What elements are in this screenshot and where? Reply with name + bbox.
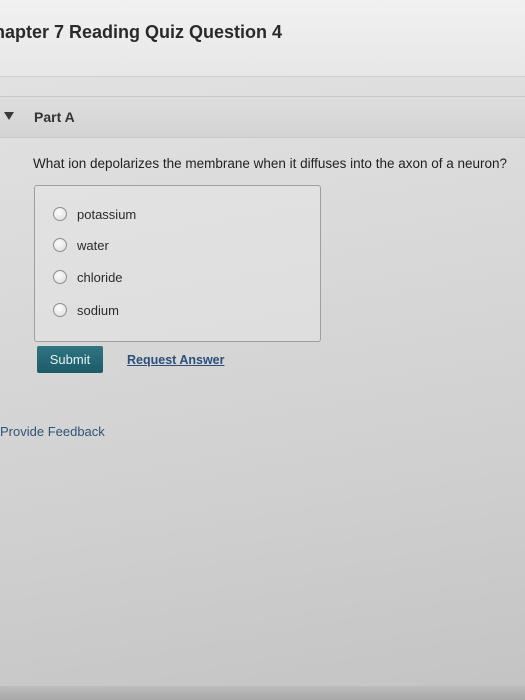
radio-button[interactable] <box>53 303 67 317</box>
choice-label: chloride <box>77 269 123 285</box>
request-answer-link[interactable]: Request Answer <box>127 353 224 367</box>
radio-button[interactable] <box>53 270 67 284</box>
choice-potassium[interactable]: potassium <box>53 204 136 224</box>
radio-button[interactable] <box>53 207 67 221</box>
choice-label: potassium <box>77 206 137 222</box>
choice-label: water <box>77 237 109 253</box>
answer-choices: potassium water chloride sodium <box>34 185 321 342</box>
choice-water[interactable]: water <box>53 235 109 255</box>
submit-button[interactable]: Submit <box>37 346 103 373</box>
bottom-strip <box>0 686 525 700</box>
page-title: hapter 7 Reading Quiz Question 4 <box>0 22 283 42</box>
part-a-header[interactable]: Part A <box>0 96 525 138</box>
choice-label: sodium <box>77 302 119 318</box>
provide-feedback-link[interactable]: Provide Feedback <box>0 424 105 439</box>
part-label: Part A <box>34 109 75 125</box>
choice-chloride[interactable]: chloride <box>53 267 123 287</box>
radio-button[interactable] <box>53 238 67 252</box>
choice-sodium[interactable]: sodium <box>53 300 119 320</box>
title-bar: hapter 7 Reading Quiz Question 4 <box>0 0 525 77</box>
caret-down-icon[interactable] <box>4 112 14 120</box>
question-text: What ion depolarizes the membrane when i… <box>33 156 508 171</box>
